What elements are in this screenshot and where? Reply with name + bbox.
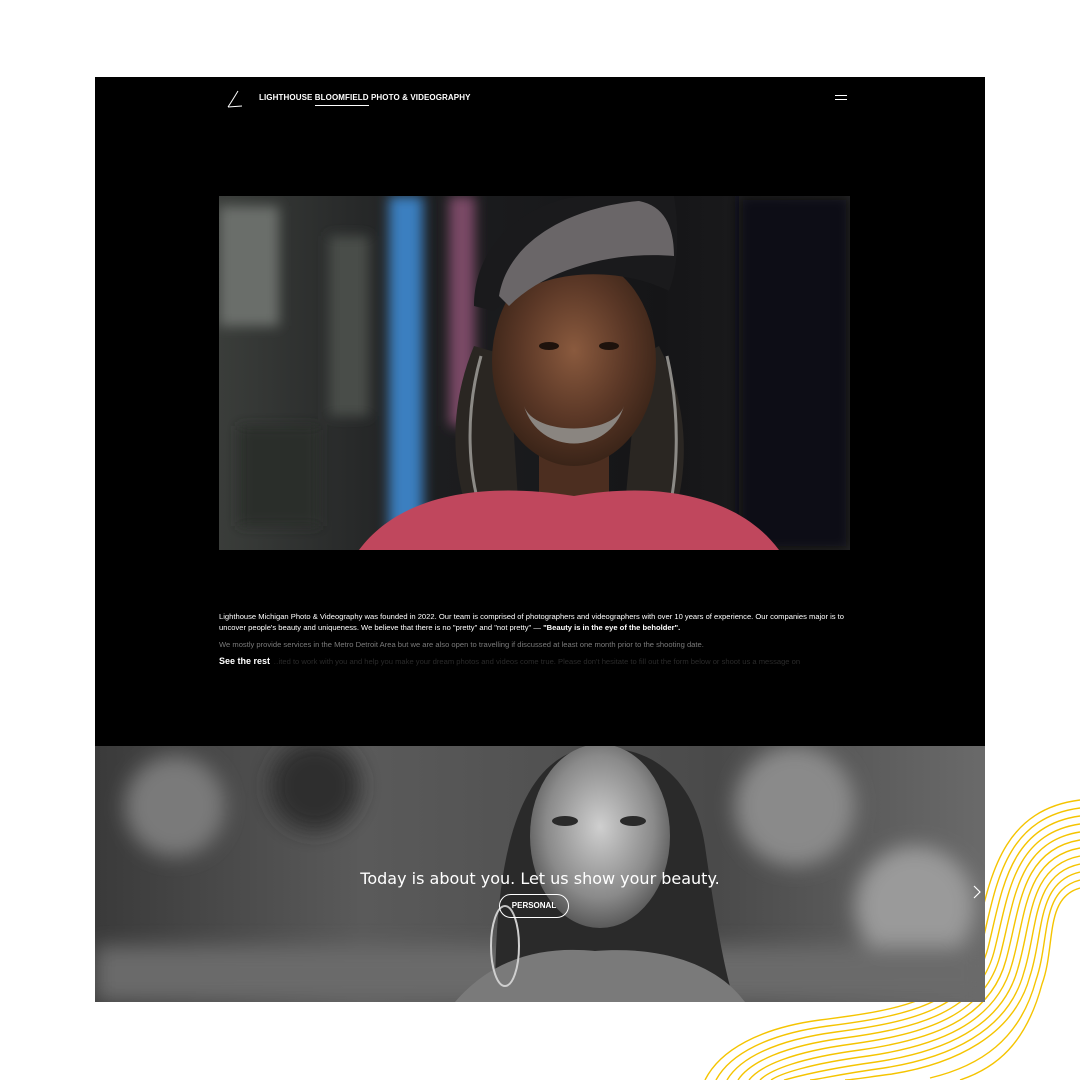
about-quote: "Beauty is in the eye of the beholder". (543, 623, 681, 632)
hamburger-menu-icon[interactable] (835, 93, 847, 103)
brand-highlight: BLOOMFIELD (314, 93, 369, 102)
about-paragraph-1: Lighthouse Michigan Photo & Videography … (219, 611, 850, 633)
personal-button[interactable]: PERSONAL (499, 894, 569, 918)
about-paragraph-3-faded: …ited to work with you and help you make… (271, 657, 801, 666)
brand-title[interactable]: LIGHTHOUSE BLOOMFIELD PHOTO & VIDEOGRAPH… (259, 93, 471, 102)
see-the-rest-link[interactable]: See the rest (219, 656, 275, 666)
website-frame: LIGHTHOUSE BLOOMFIELD PHOTO & VIDEOGRAPH… (95, 77, 985, 1002)
brand-part-1: LIGHTHOUSE (259, 93, 315, 102)
slider-tagline: Today is about you. Let us show your bea… (360, 869, 720, 888)
brand-part-2: PHOTO & VIDEOGRAPHY (368, 93, 471, 102)
about-paragraph-2: We mostly provide services in the Metro … (219, 640, 704, 649)
about-section: Lighthouse Michigan Photo & Videography … (219, 611, 850, 668)
lighthouse-logo-icon[interactable] (225, 89, 245, 109)
hero-image (219, 196, 850, 550)
about-faded-line: …ited to work with you and help you make… (219, 656, 850, 668)
about-paragraph-1-text: Lighthouse Michigan Photo & Videography … (219, 612, 845, 632)
chevron-right-icon[interactable] (972, 884, 982, 900)
hero-slider: Today is about you. Let us show your bea… (95, 746, 985, 1002)
